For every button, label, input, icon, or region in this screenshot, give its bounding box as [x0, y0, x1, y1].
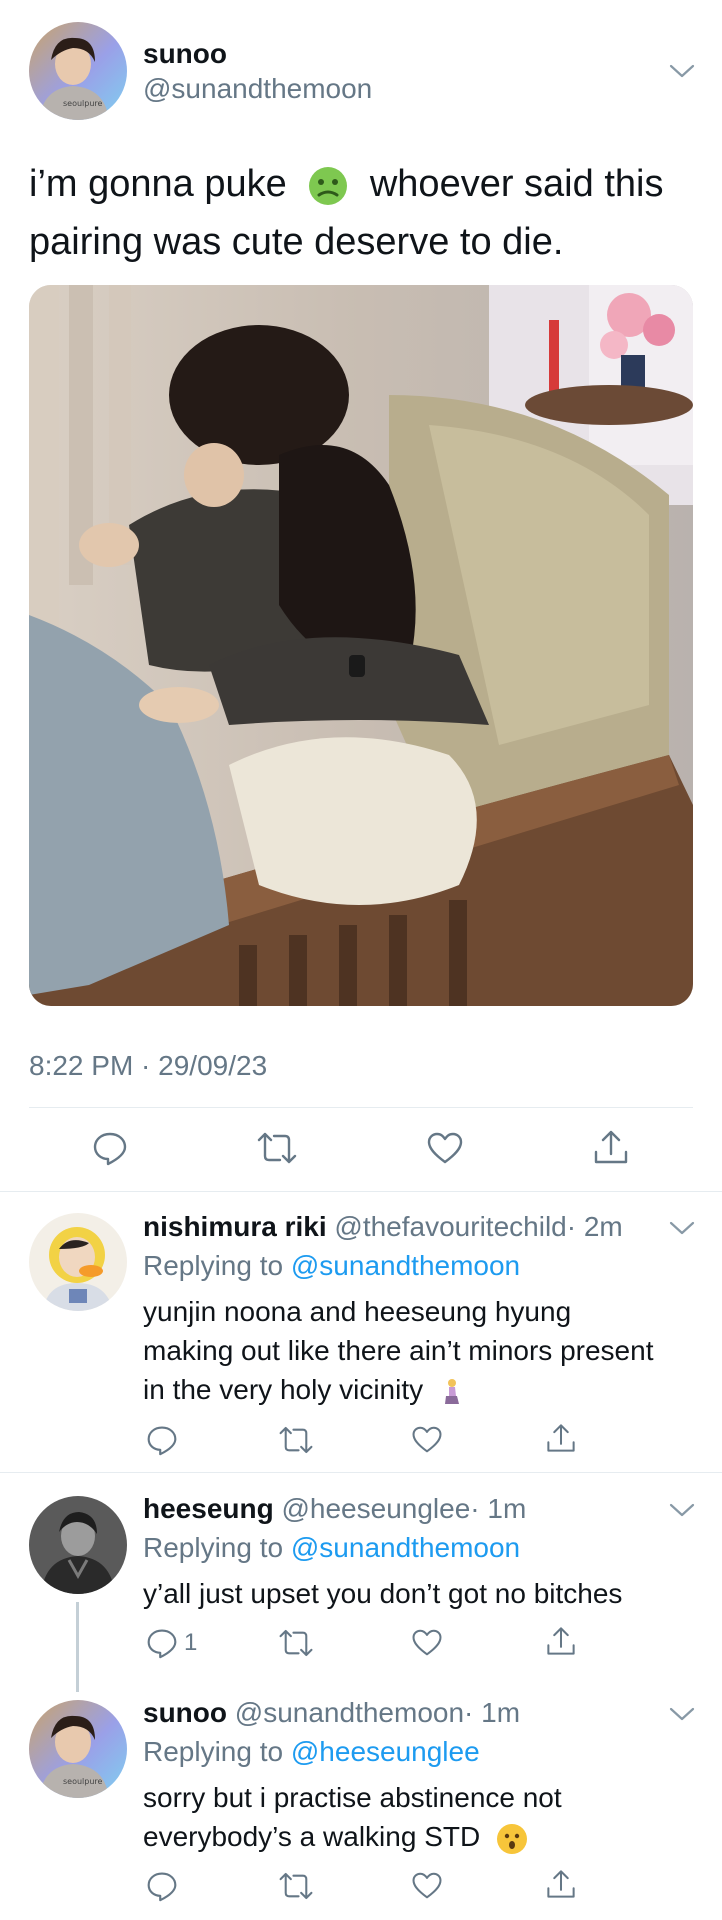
replying-to: Replying to @heeseunglee	[143, 1736, 480, 1768]
hushed-face-emoji	[496, 1823, 527, 1854]
author-handle[interactable]: @thefavouritechild	[334, 1211, 566, 1242]
retweet-icon[interactable]	[256, 1130, 298, 1166]
reply-time: · 1m	[470, 1493, 527, 1524]
reply-text: y’all just upset you don’t got no bitche…	[143, 1574, 713, 1613]
reply-text-line: everybody’s a walking STD	[143, 1821, 481, 1852]
share-icon[interactable]	[592, 1128, 630, 1166]
replying-to-prefix: Replying to	[143, 1250, 284, 1281]
nauseated-face-emoji	[309, 166, 348, 205]
tweet-text-part1: i’m gonna puke	[29, 163, 287, 205]
replying-to-prefix: Replying to	[143, 1736, 284, 1767]
reply-icon[interactable]	[146, 1424, 178, 1456]
reply-text-line: yunjin noona and heeseung hyung	[143, 1296, 572, 1327]
author-name[interactable]: sunoo	[143, 38, 227, 70]
tweet-photo[interactable]	[29, 285, 693, 1006]
retweet-icon[interactable]	[278, 1424, 314, 1456]
author-name[interactable]: heeseung	[143, 1493, 274, 1524]
replying-to: Replying to @sunandthemoon	[143, 1532, 520, 1564]
avatar[interactable]	[29, 1496, 127, 1594]
avatar[interactable]: seoulpure	[29, 1700, 127, 1798]
reply-text: yunjin noona and heeseung hyung making o…	[143, 1292, 713, 1409]
reply-header: sunoo @sunandthemoon· 1m	[143, 1697, 520, 1729]
reply-text-line: y’all just upset you don’t got no bitche…	[143, 1578, 623, 1609]
replying-to-prefix: Replying to	[143, 1532, 284, 1563]
share-icon[interactable]	[545, 1868, 577, 1900]
author-name[interactable]: sunoo	[143, 1697, 227, 1728]
like-icon[interactable]	[411, 1425, 443, 1454]
reply-text-line-row: everybody’s a walking STD	[143, 1817, 713, 1856]
reply-text-line: making out like there ain’t minors prese…	[143, 1335, 654, 1366]
retweet-icon[interactable]	[278, 1627, 314, 1659]
section-divider	[0, 1191, 722, 1192]
share-icon[interactable]	[545, 1422, 577, 1454]
author-handle[interactable]: @sunandthemoon	[235, 1697, 464, 1728]
chevron-down-icon[interactable]	[668, 1501, 696, 1519]
svg-text:seoulpure: seoulpure	[63, 1777, 103, 1786]
kneeling-woman-emoji	[444, 1378, 459, 1404]
section-divider	[0, 1472, 722, 1473]
like-icon[interactable]	[411, 1871, 443, 1900]
reply-time: · 2m	[566, 1211, 623, 1242]
reply-text: sorry but i practise abstinence not ever…	[143, 1778, 713, 1856]
replying-to-link[interactable]: @sunandthemoon	[291, 1532, 520, 1563]
thread-line	[76, 1602, 79, 1692]
author-handle[interactable]: @sunandthemoon	[143, 73, 372, 105]
reply-icon[interactable]	[92, 1130, 128, 1166]
tweet-timestamp[interactable]: 8:22 PM · 29/09/23	[29, 1050, 267, 1082]
tweet-text-line2: pairing was cute deserve to die.	[29, 221, 564, 263]
replying-to-link[interactable]: @heeseunglee	[291, 1736, 480, 1767]
share-icon[interactable]	[545, 1625, 577, 1657]
reply-icon[interactable]	[146, 1870, 178, 1902]
reply-icon[interactable]	[146, 1627, 178, 1659]
author-name[interactable]: nishimura riki	[143, 1211, 327, 1242]
divider	[29, 1107, 693, 1108]
replying-to: Replying to @sunandthemoon	[143, 1250, 520, 1282]
author-handle[interactable]: @heeseunglee	[281, 1493, 470, 1524]
reply-text-line: sorry but i practise abstinence not	[143, 1782, 562, 1813]
tweet-text-part2: whoever said this	[369, 163, 664, 205]
reply-header: nishimura riki @thefavouritechild· 2m	[143, 1211, 623, 1243]
reply-header: heeseung @heeseunglee· 1m	[143, 1493, 526, 1525]
chevron-down-icon[interactable]	[668, 62, 696, 80]
retweet-icon[interactable]	[278, 1870, 314, 1902]
avatar[interactable]: seoulpure	[29, 22, 127, 120]
avatar[interactable]	[29, 1213, 127, 1311]
replying-to-link[interactable]: @sunandthemoon	[291, 1250, 520, 1281]
reply-count: 1	[184, 1629, 198, 1656]
tweet-text: i’m gonna puke whoever said this pairing…	[29, 155, 709, 271]
reply-text-line-row: in the very holy vicinity	[143, 1370, 713, 1409]
reply-text-line: in the very holy vicinity	[143, 1374, 424, 1405]
chevron-down-icon[interactable]	[668, 1219, 696, 1237]
reply-time: · 1m	[464, 1697, 521, 1728]
svg-text:seoulpure: seoulpure	[63, 99, 103, 108]
like-icon[interactable]	[411, 1628, 443, 1657]
chevron-down-icon[interactable]	[668, 1705, 696, 1723]
like-icon[interactable]	[426, 1131, 464, 1165]
